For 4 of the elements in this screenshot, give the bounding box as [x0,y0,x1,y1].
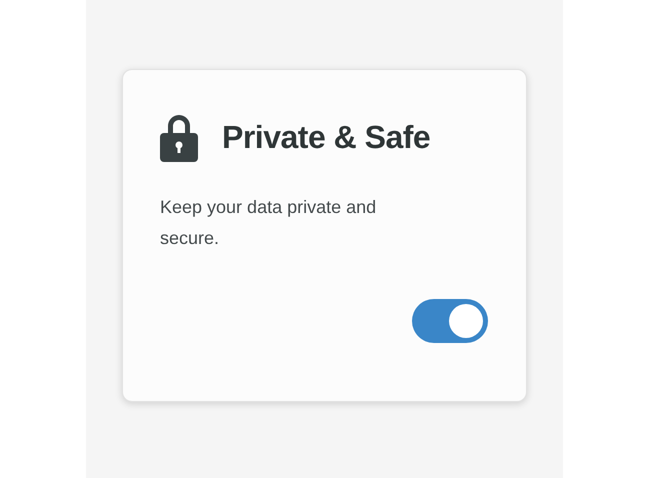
card-title: Private & Safe [222,118,430,156]
description-text: Keep your data private and secure. [160,196,378,250]
toggle-switch[interactable] [412,299,488,343]
lock-icon [160,112,198,162]
